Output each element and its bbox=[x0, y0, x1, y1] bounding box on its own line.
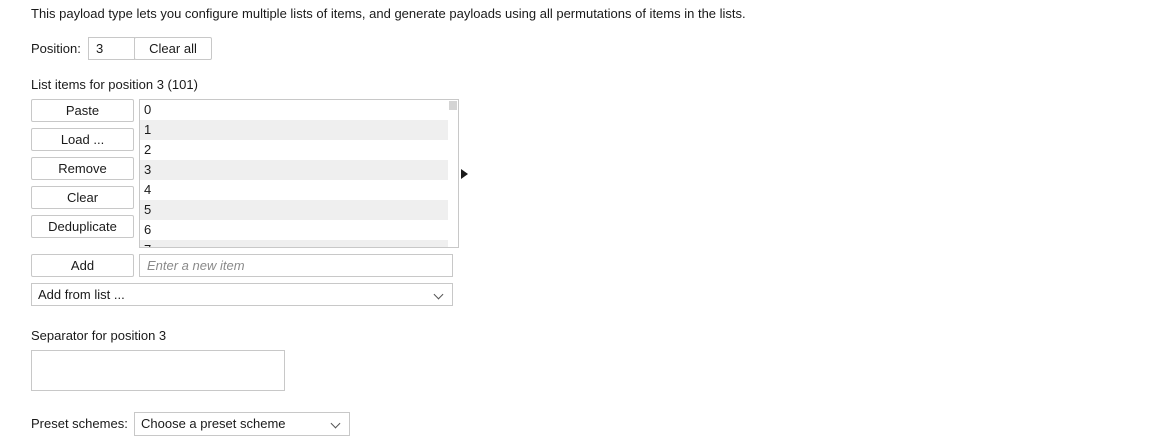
separator-label: Separator for position 3 bbox=[31, 328, 167, 343]
list-item[interactable]: 4 bbox=[140, 180, 448, 200]
arrow-right-icon[interactable] bbox=[461, 169, 468, 179]
paste-button[interactable]: Paste bbox=[31, 99, 134, 122]
clear-all-button[interactable]: Clear all bbox=[134, 37, 212, 60]
list-item[interactable]: 6 bbox=[140, 220, 448, 240]
chevron-down-icon bbox=[330, 418, 341, 429]
add-from-list-value: Add from list ... bbox=[38, 287, 125, 302]
list-items-box[interactable]: 0 1 2 3 4 5 6 7 bbox=[139, 99, 459, 248]
list-item[interactable]: 5 bbox=[140, 200, 448, 220]
list-items-title: List items for position 3 (101) bbox=[31, 77, 198, 92]
list-item[interactable]: 2 bbox=[140, 140, 448, 160]
preset-schemes-label: Preset schemes: bbox=[31, 416, 128, 431]
deduplicate-button[interactable]: Deduplicate bbox=[31, 215, 134, 238]
list-item[interactable]: 7 bbox=[140, 240, 448, 247]
list-scrollbar-thumb[interactable] bbox=[449, 101, 457, 110]
new-item-input[interactable] bbox=[139, 254, 453, 277]
list-item[interactable]: 3 bbox=[140, 160, 448, 180]
chevron-down-icon bbox=[433, 289, 444, 300]
separator-input[interactable] bbox=[31, 350, 285, 391]
add-from-list-select[interactable]: Add from list ... bbox=[31, 283, 453, 306]
load-button[interactable]: Load ... bbox=[31, 128, 134, 151]
preset-scheme-select[interactable]: Choose a preset scheme bbox=[134, 412, 350, 436]
list-item[interactable]: 1 bbox=[140, 120, 448, 140]
remove-button[interactable]: Remove bbox=[31, 157, 134, 180]
preset-scheme-value: Choose a preset scheme bbox=[141, 416, 286, 431]
position-label: Position: bbox=[31, 41, 81, 56]
payload-description: This payload type lets you configure mul… bbox=[31, 6, 746, 21]
add-button[interactable]: Add bbox=[31, 254, 134, 277]
clear-button[interactable]: Clear bbox=[31, 186, 134, 209]
list-item[interactable]: 0 bbox=[140, 100, 448, 120]
position-input[interactable] bbox=[88, 37, 135, 60]
